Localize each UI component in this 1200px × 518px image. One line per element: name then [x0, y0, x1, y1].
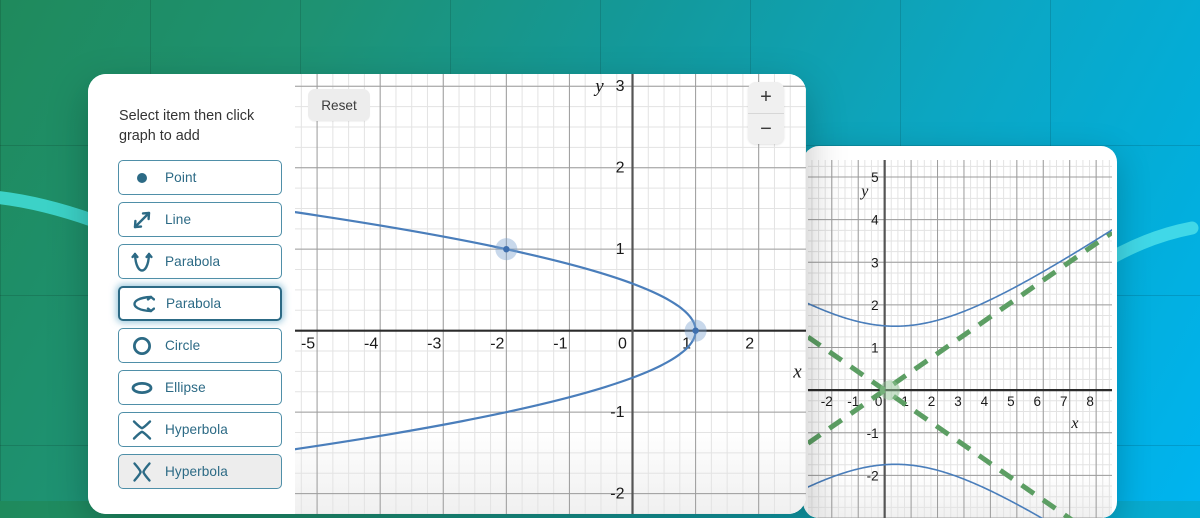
- svg-text:-2: -2: [821, 394, 833, 409]
- svg-text:-1: -1: [610, 404, 624, 421]
- svg-text:-2: -2: [867, 468, 879, 483]
- svg-text:5: 5: [1007, 394, 1015, 409]
- svg-text:y: y: [593, 76, 604, 97]
- svg-text:x: x: [792, 362, 802, 383]
- svg-text:y: y: [859, 183, 869, 200]
- svg-text:0: 0: [618, 336, 627, 353]
- svg-text:x: x: [1070, 415, 1078, 432]
- svg-text:4: 4: [981, 394, 989, 409]
- parabola-up-icon: [119, 250, 165, 274]
- tool-item-circle-4[interactable]: Circle: [118, 328, 282, 363]
- tool-item-label: Parabola: [166, 296, 222, 311]
- secondary-graph-svg: -2-1012345678-2-112345xy: [808, 160, 1112, 518]
- svg-text:-2: -2: [610, 486, 624, 503]
- hyperbola-horiz-icon: [119, 460, 165, 484]
- svg-text:1: 1: [871, 341, 879, 356]
- main-graph-area[interactable]: -5 -4 -3 -2 -1 0 1 2 -2 -1 1 2 3 x y Reset + −: [295, 74, 806, 514]
- tool-sidebar: Select item then click graph to add Poin…: [88, 74, 295, 514]
- tool-item-point-0[interactable]: Point: [118, 160, 282, 195]
- zoom-in-button[interactable]: +: [748, 82, 784, 113]
- tool-item-label: Circle: [165, 338, 201, 353]
- svg-text:2: 2: [928, 394, 936, 409]
- svg-text:-1: -1: [867, 426, 879, 441]
- svg-text:7: 7: [1060, 394, 1068, 409]
- tool-item-hyperbola-7[interactable]: Hyperbola: [118, 454, 282, 489]
- svg-text:2: 2: [616, 160, 625, 177]
- svg-text:2: 2: [871, 298, 879, 313]
- instruction-text: Select item then click graph to add: [119, 108, 255, 144]
- svg-text:-1: -1: [553, 336, 567, 353]
- svg-text:-3: -3: [427, 336, 441, 353]
- main-graph-svg: -5 -4 -3 -2 -1 0 1 2-2-1123xy: [295, 74, 806, 514]
- tool-item-label: Parabola: [165, 254, 221, 269]
- circle-icon: [119, 334, 165, 358]
- svg-text:-2: -2: [490, 336, 504, 353]
- parabola-left-icon: [120, 292, 166, 316]
- svg-text:4: 4: [871, 213, 879, 228]
- svg-text:8: 8: [1086, 394, 1094, 409]
- tool-list: Point Line Parabola Parabola Circle Ellipse Hy…: [118, 160, 282, 496]
- tool-item-label: Ellipse: [165, 380, 206, 395]
- svg-text:-4: -4: [364, 336, 378, 353]
- main-panel: Select item then click graph to add Poin…: [88, 74, 806, 514]
- svg-text:6: 6: [1034, 394, 1042, 409]
- tool-item-ellipse-5[interactable]: Ellipse: [118, 370, 282, 405]
- secondary-graph-area[interactable]: -2-1012345678-2-112345xy: [808, 160, 1112, 518]
- svg-text:5: 5: [871, 170, 879, 185]
- tool-item-label: Line: [165, 212, 192, 227]
- zoom-out-button[interactable]: −: [748, 113, 784, 144]
- svg-text:-5: -5: [301, 336, 315, 353]
- hyperbola-vert-icon: [119, 418, 165, 442]
- svg-text:3: 3: [871, 255, 879, 270]
- point-icon: [119, 166, 165, 190]
- ellipse-icon: [119, 376, 165, 400]
- tool-item-label: Point: [165, 170, 197, 185]
- tool-item-hyperbola-6[interactable]: Hyperbola: [118, 412, 282, 447]
- tool-item-line-1[interactable]: Line: [118, 202, 282, 237]
- zoom-controls: + −: [748, 82, 784, 144]
- tool-item-parabola-3[interactable]: Parabola: [118, 286, 282, 321]
- svg-text:2: 2: [745, 336, 754, 353]
- secondary-graph-card: -2-1012345678-2-112345xy: [803, 146, 1117, 518]
- tool-item-label: Hyperbola: [165, 422, 228, 437]
- svg-text:3: 3: [954, 394, 962, 409]
- line-icon: [119, 208, 165, 232]
- svg-text:1: 1: [616, 241, 625, 258]
- tool-item-label: Hyperbola: [165, 464, 228, 479]
- tool-item-parabola-2[interactable]: Parabola: [118, 244, 282, 279]
- svg-text:3: 3: [616, 78, 625, 95]
- reset-button[interactable]: Reset: [308, 89, 370, 121]
